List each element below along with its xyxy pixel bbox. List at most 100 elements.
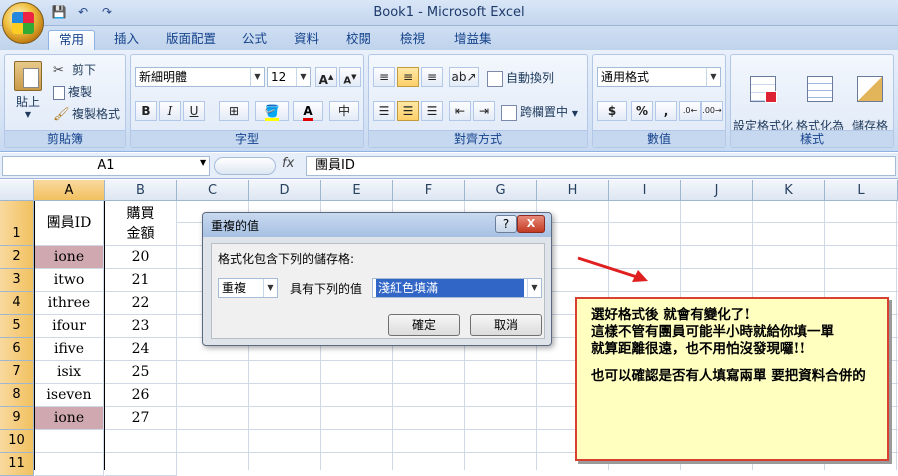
tab-addins[interactable]: 增益集 [444,30,502,50]
row-header[interactable]: 8 [0,384,34,407]
cell-b5[interactable]: 23 [105,315,177,338]
align-center-button[interactable]: ☰ [397,101,419,121]
bold-button[interactable]: B [135,101,157,121]
cancel-button[interactable]: 取消 [470,314,542,336]
column-header-b[interactable]: B [105,180,177,201]
row-header[interactable]: 2 [0,246,34,269]
fx-icon[interactable]: fx [282,156,294,171]
row-header[interactable]: 1 [0,201,34,246]
merge-center-button[interactable]: 跨欄置中 ▼ [501,103,578,121]
grow-font-button[interactable]: A▲ [315,67,337,87]
cell-b7[interactable]: 25 [105,361,177,384]
font-color-button[interactable]: A [293,101,323,121]
tab-page-layout[interactable]: 版面配置 [156,30,226,50]
chevron-down-icon[interactable]: ▼ [250,68,264,86]
decrease-indent-button[interactable]: ⇤ [449,101,471,121]
percent-button[interactable]: % [631,101,653,121]
orientation-button[interactable]: ab↗ [449,67,479,87]
align-middle-button[interactable]: ≡ [397,67,419,87]
cell-b10[interactable] [105,430,177,453]
chevron-down-icon[interactable]: ▼ [263,279,277,297]
help-button[interactable]: ? [495,215,517,233]
font-size-combo[interactable]: 12 ▼ [267,67,311,87]
wrap-text-button[interactable]: 自動換列 [487,69,554,87]
column-header-h[interactable]: H [537,180,609,201]
duplicate-type-select[interactable]: 重複 ▼ [218,278,278,298]
cell-b3[interactable]: 21 [105,269,177,292]
tab-review[interactable]: 校閱 [336,30,381,50]
cell-b4[interactable]: 22 [105,292,177,315]
cell-a8[interactable]: iseven [35,384,104,407]
underline-button[interactable]: U [183,101,205,121]
cell-b8[interactable]: 26 [105,384,177,407]
cut-button[interactable]: ✂ 剪下 [53,61,96,79]
cell-a7[interactable]: isix [35,361,104,384]
formula-bar-divider[interactable] [214,157,276,175]
tab-home[interactable]: 常用 [48,30,96,51]
cell-a5[interactable]: ifour [35,315,104,338]
borders-button[interactable]: ⊞ [219,101,249,121]
cell-a3[interactable]: itwo [35,269,104,292]
tab-insert[interactable]: 插入 [104,30,149,50]
chevron-down-icon[interactable]: ▼ [527,279,541,297]
cell-a6[interactable]: ifive [35,338,104,361]
paste-button[interactable]: 貼上 ▼ [11,61,45,119]
tab-data[interactable]: 資料 [284,30,329,50]
currency-button[interactable]: $ [597,101,627,121]
number-format-combo[interactable]: 通用格式 ▼ [597,67,721,87]
chevron-down-icon[interactable]: ▼ [296,68,310,86]
row-header[interactable]: 4 [0,292,34,315]
dialog-title-bar[interactable]: 重複的值 ? X [203,213,551,237]
cell-a1[interactable]: 團員ID [35,201,104,246]
format-painter-button[interactable]: 🖌 複製格式 [53,105,120,123]
ok-button[interactable]: 確定 [388,314,460,336]
column-header-i[interactable]: I [609,180,681,201]
align-right-button[interactable]: ☰ [421,101,443,121]
formula-input[interactable]: 團員ID [306,156,896,176]
cell-b6[interactable]: 24 [105,338,177,361]
column-header-e[interactable]: E [321,180,393,201]
cell-a2[interactable]: ione [35,246,104,269]
cell-b1[interactable]: 購買 金額 [105,201,177,246]
column-header-k[interactable]: K [753,180,825,201]
cell-b11[interactable] [105,453,177,476]
italic-button[interactable]: I [159,101,181,121]
font-name-combo[interactable]: 新細明體 ▼ [135,67,265,87]
align-left-button[interactable]: ☰ [373,101,395,121]
cell-a4[interactable]: ithree [35,292,104,315]
row-header[interactable]: 6 [0,338,34,361]
column-header-l[interactable]: L [825,180,898,201]
comma-button[interactable]: , [655,101,677,121]
row-header[interactable]: 3 [0,269,34,292]
align-top-button[interactable]: ≡ [373,67,395,87]
row-header[interactable]: 10 [0,430,34,453]
tab-formulas[interactable]: 公式 [232,30,277,50]
select-all-corner[interactable] [0,180,34,201]
office-button[interactable] [2,2,44,44]
tab-view[interactable]: 檢視 [390,30,435,50]
phonetic-button[interactable]: 中 [329,101,359,121]
row-header[interactable]: 7 [0,361,34,384]
column-header-c[interactable]: C [177,180,249,201]
cell-a9[interactable]: ione [35,407,104,430]
column-header-f[interactable]: F [393,180,465,201]
column-header-g[interactable]: G [465,180,537,201]
shrink-font-button[interactable]: A▼ [339,67,361,87]
row-header[interactable]: 9 [0,407,34,430]
copy-button[interactable]: 複製 [53,83,92,100]
column-header-a[interactable]: A [34,180,105,201]
chevron-down-icon[interactable]: ▼ [200,158,206,167]
increase-indent-button[interactable]: ⇥ [473,101,495,121]
column-header-d[interactable]: D [249,180,321,201]
format-style-select[interactable]: 淺紅色填滿 ▼ [372,278,542,298]
fill-color-button[interactable]: 🪣 [255,101,289,121]
close-button[interactable]: X [517,215,545,233]
cell-b9[interactable]: 27 [105,407,177,430]
cell-a11[interactable] [35,453,104,476]
increase-decimal-button[interactable]: .0← [679,101,701,121]
cell-b2[interactable]: 20 [105,246,177,269]
cell-a10[interactable] [35,430,104,453]
row-header[interactable]: 5 [0,315,34,338]
decrease-decimal-button[interactable]: .00→ [701,101,723,121]
name-box[interactable]: A1 [2,156,210,176]
